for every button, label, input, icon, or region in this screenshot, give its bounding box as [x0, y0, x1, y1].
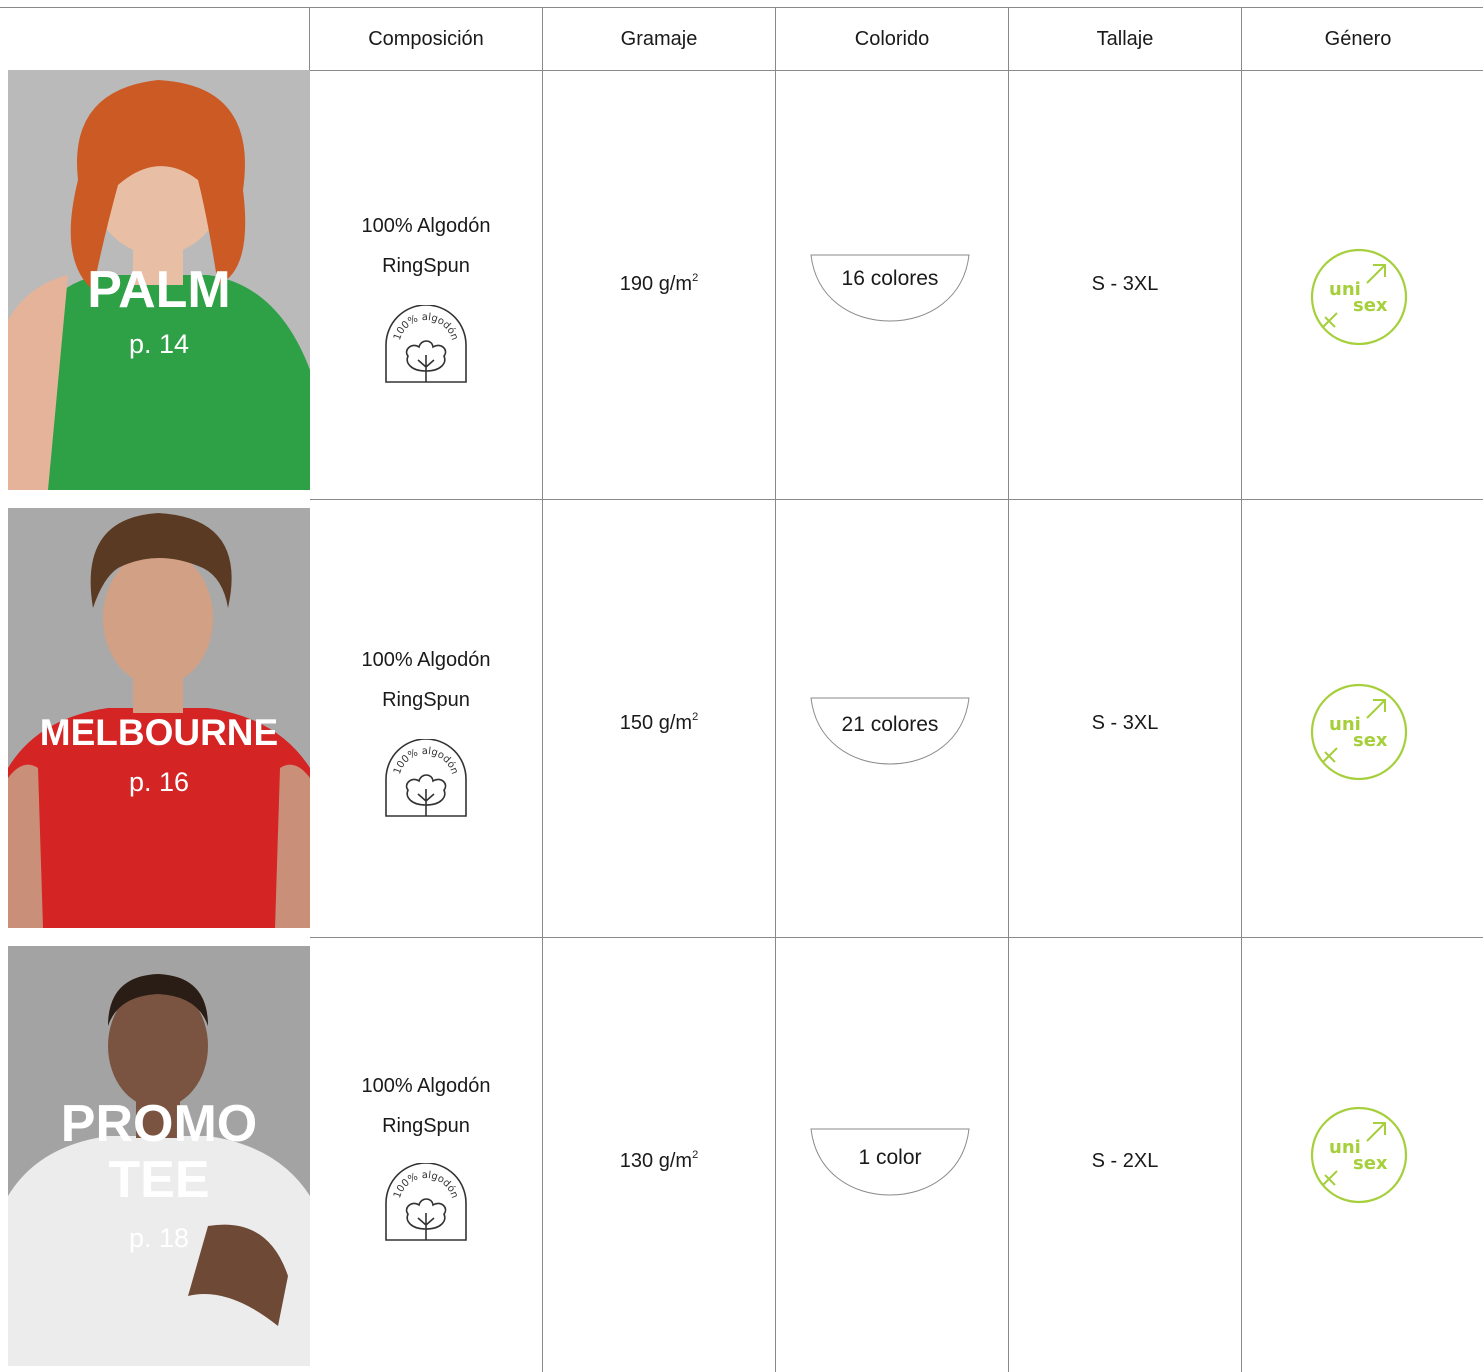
- unisex-icon: uni sex: [1309, 247, 1409, 352]
- colors-value: 16 colores: [841, 267, 939, 290]
- colors-badge: 16 colores: [809, 253, 971, 323]
- colors-badge: 21 colores: [809, 696, 971, 766]
- header-gramaje: Gramaje: [620, 27, 698, 50]
- composition-line-2: RingSpun: [382, 255, 470, 277]
- weight-text: 150 g/m: [619, 712, 693, 734]
- product-name-line-2: TEE: [108, 1151, 210, 1209]
- product-name-line-1: PALM: [87, 261, 231, 319]
- svg-text:sex: sex: [1353, 295, 1388, 316]
- header-colorido: Colorido: [854, 27, 930, 50]
- weight-text: 190 g/m: [619, 273, 693, 295]
- product-name-line-1: MELBOURNE: [39, 712, 279, 753]
- header-genero: Género: [1324, 27, 1392, 50]
- unisex-icon: uni sex: [1309, 682, 1409, 787]
- weight-value: 150 g/m2: [543, 711, 775, 735]
- col-divider-5: [1241, 7, 1242, 1372]
- svg-text:sex: sex: [1353, 1153, 1388, 1174]
- weight-value: 190 g/m2: [543, 272, 775, 296]
- composition-line-1: 100% Algodón: [361, 215, 491, 237]
- row1-bottom-border: [310, 499, 1483, 500]
- sizes-value: S - 3XL: [1091, 273, 1159, 295]
- composition-line-1: 100% Algodón: [361, 1075, 491, 1097]
- product-page-ref: p. 14: [128, 329, 190, 359]
- cotton-badge-icon: 100% algodón: [385, 304, 467, 390]
- header-tallaje: Tallaje: [1096, 27, 1154, 50]
- product-page-ref: p. 16: [128, 767, 190, 797]
- cotton-badge-icon: 100% algodón: [385, 738, 467, 824]
- weight-superscript: 2: [692, 1149, 699, 1161]
- composition-line-2: RingSpun: [382, 1115, 470, 1137]
- svg-text:100% algodón: 100% algodón: [392, 1170, 460, 1200]
- product-name-line-1: PROMO: [60, 1095, 258, 1153]
- svg-text:100% algodón: 100% algodón: [392, 746, 460, 776]
- sizes-value: S - 2XL: [1091, 1150, 1159, 1172]
- svg-text:100% algodón: 100% algodón: [392, 312, 460, 342]
- product-photo-palm: PALM p. 14: [8, 70, 310, 490]
- product-photo-promo-tee: PROMO TEE p. 18: [8, 946, 310, 1366]
- row2-bottom-border: [310, 937, 1483, 938]
- weight-superscript: 2: [692, 272, 699, 284]
- colors-badge: 1 color: [809, 1127, 971, 1197]
- header-composicion: Composición: [368, 27, 484, 50]
- product-photo-melbourne: MELBOURNE p. 16: [8, 508, 310, 928]
- sizes-value: S - 3XL: [1091, 712, 1159, 734]
- colors-value: 21 colores: [841, 713, 939, 736]
- weight-superscript: 2: [692, 711, 699, 723]
- svg-text:sex: sex: [1353, 730, 1388, 751]
- product-page-ref: p. 18: [128, 1223, 190, 1253]
- weight-value: 130 g/m2: [543, 1149, 775, 1173]
- colors-value: 1 color: [858, 1146, 922, 1169]
- cotton-badge-icon: 100% algodón: [385, 1162, 467, 1248]
- composition-line-1: 100% Algodón: [361, 649, 491, 671]
- composition-line-2: RingSpun: [382, 689, 470, 711]
- weight-text: 130 g/m: [619, 1150, 693, 1172]
- col-divider-3: [775, 7, 776, 1372]
- unisex-icon: uni sex: [1309, 1105, 1409, 1210]
- header-bottom-border: [310, 70, 1483, 71]
